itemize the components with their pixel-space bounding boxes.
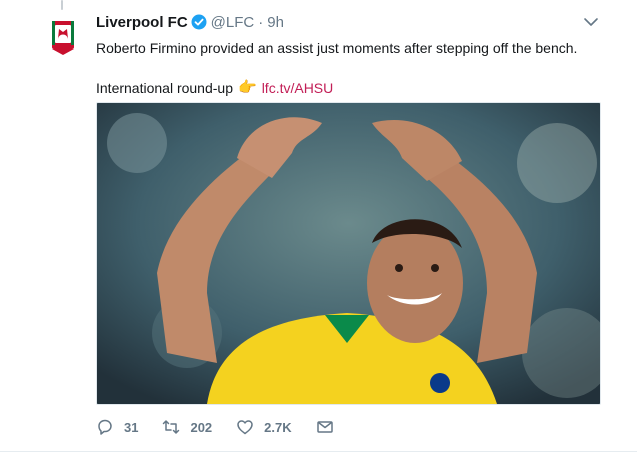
pointing-hand-icon: 👉	[238, 79, 257, 96]
thread-line	[61, 0, 63, 10]
verified-badge-icon	[191, 14, 207, 30]
meta-separator: ·	[258, 13, 264, 31]
tweet-text: Roberto Firmino provided an assist just …	[96, 38, 616, 98]
author-handle[interactable]: @LFC	[211, 14, 255, 31]
direct-message-button[interactable]	[316, 418, 344, 436]
avatar[interactable]	[40, 14, 86, 60]
liverpool-crest-icon	[52, 21, 74, 55]
tweet-link[interactable]: lfc.tv/AHSU	[262, 78, 334, 98]
tweet-actions: 31 202 2.7K	[96, 415, 368, 439]
retweet-button[interactable]: 202	[162, 418, 212, 436]
reply-icon	[98, 419, 112, 435]
retweet-count: 202	[190, 419, 213, 435]
round-up-label: International round-up	[96, 80, 233, 96]
player-photo	[97, 103, 600, 404]
reply-button[interactable]: 31	[96, 418, 138, 436]
like-button[interactable]: 2.7K	[236, 418, 292, 436]
reply-count: 31	[124, 419, 139, 435]
tweet-photo[interactable]	[96, 102, 601, 405]
retweet-icon	[163, 420, 180, 434]
tweet-timestamp[interactable]: 9h	[267, 14, 284, 31]
tweet-header: Liverpool FC @LFC · 9h	[96, 12, 607, 32]
author-name[interactable]: Liverpool FC	[96, 14, 188, 31]
chevron-down-icon[interactable]	[583, 14, 599, 30]
direct-message-icon	[316, 421, 333, 433]
heart-icon	[237, 420, 253, 435]
like-count: 2.7K	[264, 419, 292, 435]
tweet-text-line2: International round-up 👉 lfc.tv/AHSU	[96, 78, 616, 98]
tweet-text-line1: Roberto Firmino provided an assist just …	[96, 40, 578, 56]
